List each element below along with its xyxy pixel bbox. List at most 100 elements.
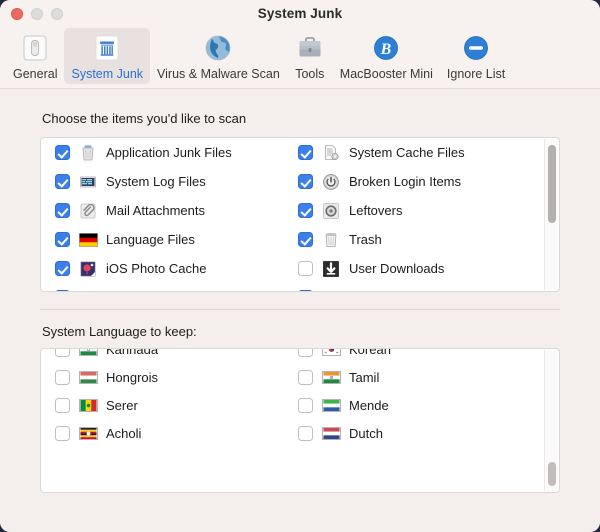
list-item[interactable]: System Cache Files <box>298 138 543 167</box>
list-item-label: Mail Attachments <box>106 203 205 218</box>
india-flag-icon <box>78 349 98 358</box>
checkbox[interactable] <box>298 397 313 413</box>
netherlands-flag-icon <box>321 424 341 442</box>
drive-icon <box>19 32 51 64</box>
checkbox[interactable] <box>298 174 313 189</box>
list-item[interactable]: Trash <box>298 225 543 254</box>
list-item-label: Acholi <box>106 425 142 441</box>
checkbox[interactable] <box>298 369 313 385</box>
scan-items-scrollbar[interactable] <box>544 139 558 290</box>
tab-system-junk[interactable]: System Junk <box>64 28 151 84</box>
list-item-label: Hongrois <box>106 369 159 385</box>
list-item-label: Serer <box>106 397 138 413</box>
checkbox[interactable] <box>298 203 313 218</box>
checkbox[interactable] <box>298 261 313 276</box>
svg-text:B: B <box>380 41 392 58</box>
checkbox[interactable] <box>55 203 70 218</box>
checkbox[interactable] <box>55 290 70 291</box>
hungary-flag-icon <box>78 368 98 386</box>
list-item[interactable]: Language Files <box>55 225 292 254</box>
app-window: System Junk General System Junk Virus & … <box>0 0 600 532</box>
korea-flag-icon <box>321 349 341 358</box>
list-item-label: System Log Files <box>106 174 206 189</box>
language-listbox[interactable]: Kannada Hongrois Serer Acholi Korean Tam… <box>40 348 560 493</box>
list-item[interactable]: Application Junk Files <box>55 138 292 167</box>
checkbox[interactable] <box>55 261 70 276</box>
log-file-icon <box>78 173 98 191</box>
list-item-partial[interactable] <box>55 283 292 291</box>
german-flag-icon <box>78 231 98 249</box>
tab-label: System Junk <box>71 67 144 81</box>
checkbox[interactable] <box>298 349 313 357</box>
list-item[interactable]: Serer <box>55 391 292 419</box>
toolbox-icon <box>294 32 326 64</box>
list-item-label: Trash <box>349 232 382 247</box>
scrollbar-thumb[interactable] <box>548 462 556 486</box>
list-item[interactable]: User Downloads <box>298 254 543 283</box>
list-item[interactable]: Korean <box>298 348 543 363</box>
partial-item-icon <box>78 289 98 291</box>
partial-item-icon <box>321 289 341 291</box>
scan-items-left-column: Application Junk Files System Log Files … <box>41 138 292 291</box>
document-gear-icon <box>321 144 341 162</box>
list-item-label: Language Files <box>106 232 195 247</box>
checkbox[interactable] <box>55 397 70 413</box>
list-item[interactable]: Hongrois <box>55 363 292 391</box>
checkbox[interactable] <box>55 232 70 247</box>
list-item[interactable]: Dutch <box>298 419 543 447</box>
tab-general[interactable]: General <box>6 28 64 84</box>
list-item-label: Mende <box>349 397 389 413</box>
scan-section-label: Choose the items you'd like to scan <box>42 111 247 126</box>
macbooster-b-icon: B <box>370 32 402 64</box>
scrollbar-thumb[interactable] <box>548 145 556 223</box>
trash-can-icon <box>78 144 98 162</box>
language-scrollbar[interactable] <box>544 350 558 491</box>
checkbox[interactable] <box>55 145 70 160</box>
checkbox[interactable] <box>298 290 313 291</box>
checkbox[interactable] <box>55 349 70 357</box>
list-item-label: iOS Photo Cache <box>106 261 207 276</box>
list-item-label: Broken Login Items <box>349 174 462 189</box>
paperclip-icon <box>78 202 98 220</box>
title-bar: System Junk <box>0 0 600 27</box>
window-title: System Junk <box>257 6 343 21</box>
tab-ignore-list[interactable]: Ignore List <box>440 28 512 84</box>
list-item[interactable]: iOS Photo Cache <box>55 254 292 283</box>
disc-gear-icon <box>321 202 341 220</box>
trash-can-icon <box>321 231 341 249</box>
checkbox[interactable] <box>55 425 70 441</box>
list-item[interactable]: System Log Files <box>55 167 292 196</box>
language-left-column: Kannada Hongrois Serer Acholi <box>41 349 292 492</box>
list-item-label: System Cache Files <box>349 145 465 160</box>
download-icon <box>321 260 341 278</box>
india-flag-icon <box>321 368 341 386</box>
list-item-partial[interactable] <box>298 283 543 291</box>
power-icon <box>321 173 341 191</box>
list-item[interactable]: Mende <box>298 391 543 419</box>
uganda-flag-icon <box>78 424 98 442</box>
scan-items-listbox[interactable]: Application Junk Files System Log Files … <box>40 137 560 292</box>
no-entry-icon <box>460 32 492 64</box>
tab-macbooster-mini[interactable]: B MacBooster Mini <box>333 28 440 84</box>
globe-icon <box>202 32 234 64</box>
list-item-label: User Downloads <box>349 261 445 276</box>
list-item[interactable]: Leftovers <box>298 196 543 225</box>
tab-virus-malware-scan[interactable]: Virus & Malware Scan <box>150 28 287 84</box>
list-item[interactable]: Mail Attachments <box>55 196 292 225</box>
checkbox[interactable] <box>298 425 313 441</box>
broom-icon <box>91 32 123 64</box>
checkbox[interactable] <box>298 145 313 160</box>
list-item-label: Dutch <box>349 425 383 441</box>
list-item-label: Korean <box>349 348 391 357</box>
checkbox[interactable] <box>298 232 313 247</box>
list-item[interactable]: Broken Login Items <box>298 167 543 196</box>
list-item-label: Leftovers <box>349 203 403 218</box>
tab-label: MacBooster Mini <box>339 67 433 81</box>
language-section-label: System Language to keep: <box>42 324 197 339</box>
checkbox[interactable] <box>55 174 70 189</box>
list-item[interactable]: Tamil <box>298 363 543 391</box>
checkbox[interactable] <box>55 369 70 385</box>
list-item[interactable]: Kannada <box>55 349 292 363</box>
tab-tools[interactable]: Tools <box>287 28 333 84</box>
list-item[interactable]: Acholi <box>55 419 292 447</box>
